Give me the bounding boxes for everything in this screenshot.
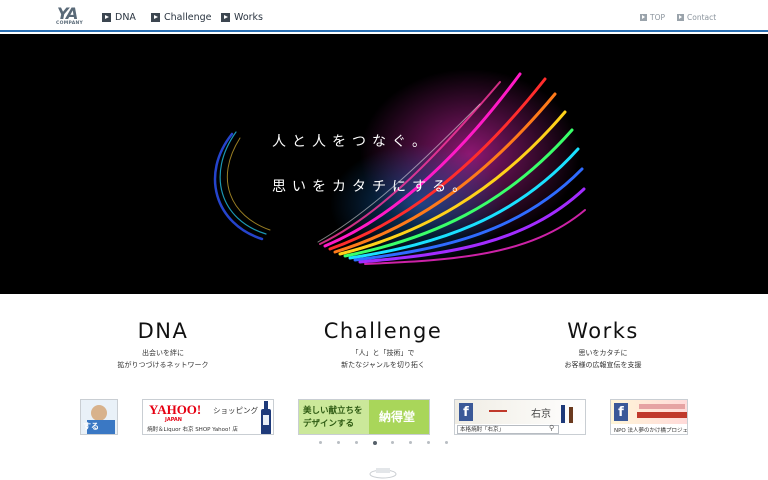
yume-banner-graphic [637, 404, 687, 418]
column-challenge[interactable]: Challenge 「人」と「技術」で 新たなジャンルを切り拓く [283, 318, 483, 371]
column-dna-desc: 出会いを絆に 拡がりつづけるネットワーク [117, 349, 209, 369]
facebook-icon: f [459, 403, 473, 421]
arrow-right-icon [102, 12, 111, 22]
banner-nattokudo[interactable]: 美しい献立ちを デザインする 納得堂 [298, 399, 430, 435]
logo-mark: YA [57, 4, 78, 23]
arrow-right-icon [640, 13, 647, 21]
nattokudo-text-2: デザインする [303, 419, 355, 429]
footer-emblem-icon [369, 468, 397, 479]
carousel-pagination [316, 440, 456, 447]
nav-dna-label: DNA [115, 11, 136, 23]
nav-works[interactable]: Works [221, 11, 263, 23]
company-logo[interactable]: YA COMPANY [56, 6, 88, 28]
hero-light-graphic [213, 69, 586, 265]
carousel-dot[interactable] [319, 441, 322, 444]
carousel-dot[interactable] [355, 441, 358, 444]
banner-search-caption: 本格焼酎「右京」 [460, 427, 505, 433]
ukyo-bottles-graphic: 右京 [489, 405, 573, 423]
nattokudo-brand: 納得堂 [379, 410, 416, 424]
nav-works-label: Works [234, 11, 264, 23]
site-header: YA COMPANY DNA Challenge Works TOP Conta… [0, 0, 768, 32]
yahoo-logo: YAHOO! [149, 402, 202, 417]
banner-yume-kakehashi[interactable]: f NPO 法人夢のかけ橋プロジェ [610, 399, 688, 435]
nav-challenge[interactable]: Challenge [151, 11, 212, 23]
search-icon: ⚲ [549, 424, 555, 432]
util-contact-label: Contact [687, 12, 717, 22]
carousel-dot[interactable] [427, 441, 430, 444]
facebook-icon: f [614, 403, 628, 421]
carousel-dot[interactable] [391, 441, 394, 444]
yahoo-shop-caption: 焼酎＆Liquor 右京 SHOP Yahoo! 店 [147, 427, 238, 433]
arrow-right-icon [221, 12, 230, 22]
nav-dna[interactable]: DNA [102, 11, 136, 23]
arrow-right-icon [677, 13, 684, 21]
banner-search-box: 本格焼酎「右京」 [457, 425, 559, 434]
yahoo-shopping-tag: ショッピング [213, 406, 258, 415]
column-dna-title: DNA [137, 319, 189, 343]
carousel-dot[interactable] [445, 441, 448, 444]
column-challenge-title: Challenge [323, 319, 443, 343]
banner-1-text: する [83, 422, 99, 431]
banner-yahoo-shopping[interactable]: YAHOO! JAPAN ショッピング 焼酎＆Liquor 右京 SHOP Ya… [142, 399, 274, 435]
arrow-right-icon [151, 12, 160, 22]
carousel-dot[interactable] [409, 441, 412, 444]
bottle-icon [261, 401, 271, 434]
logo-subtext: COMPANY [56, 21, 84, 26]
banner-1[interactable]: する [80, 399, 118, 435]
yahoo-logo-sub: JAPAN [165, 417, 182, 423]
column-challenge-desc: 「人」と「技術」で 新たなジャンルを切り拓く [341, 349, 425, 369]
nattokudo-text-1: 美しい献立ちを [303, 406, 363, 416]
hero-headline-2: 思いをカタチにする。 [272, 179, 473, 195]
column-dna[interactable]: DNA 出会いを絆に 拡がりつづけるネットワーク [63, 318, 263, 371]
column-works-desc: 思いをカタチに お客様の広報宣伝を支援 [564, 349, 642, 369]
hero-headline-1: 人と人をつなぐ。 [272, 134, 432, 150]
banner-facebook-ukyo[interactable]: f 右京 本格焼酎「右京」 ⚲ [454, 399, 586, 435]
hero-banner: 人と人をつなぐ。 思いをカタチにする。 [0, 34, 768, 294]
svg-text:右京: 右京 [531, 407, 551, 420]
carousel-dot[interactable] [337, 441, 340, 444]
util-top-label: TOP [650, 12, 666, 22]
util-contact-link[interactable]: Contact [677, 12, 716, 22]
column-works[interactable]: Works 思いをカタチに お客様の広報宣伝を支援 [503, 318, 703, 371]
column-works-title: Works [567, 319, 639, 343]
yume-caption: NPO 法人夢のかけ橋プロジェ [614, 428, 688, 434]
carousel-dot-active[interactable] [373, 440, 377, 445]
nav-challenge-label: Challenge [164, 11, 212, 23]
util-top-link[interactable]: TOP [640, 12, 665, 22]
